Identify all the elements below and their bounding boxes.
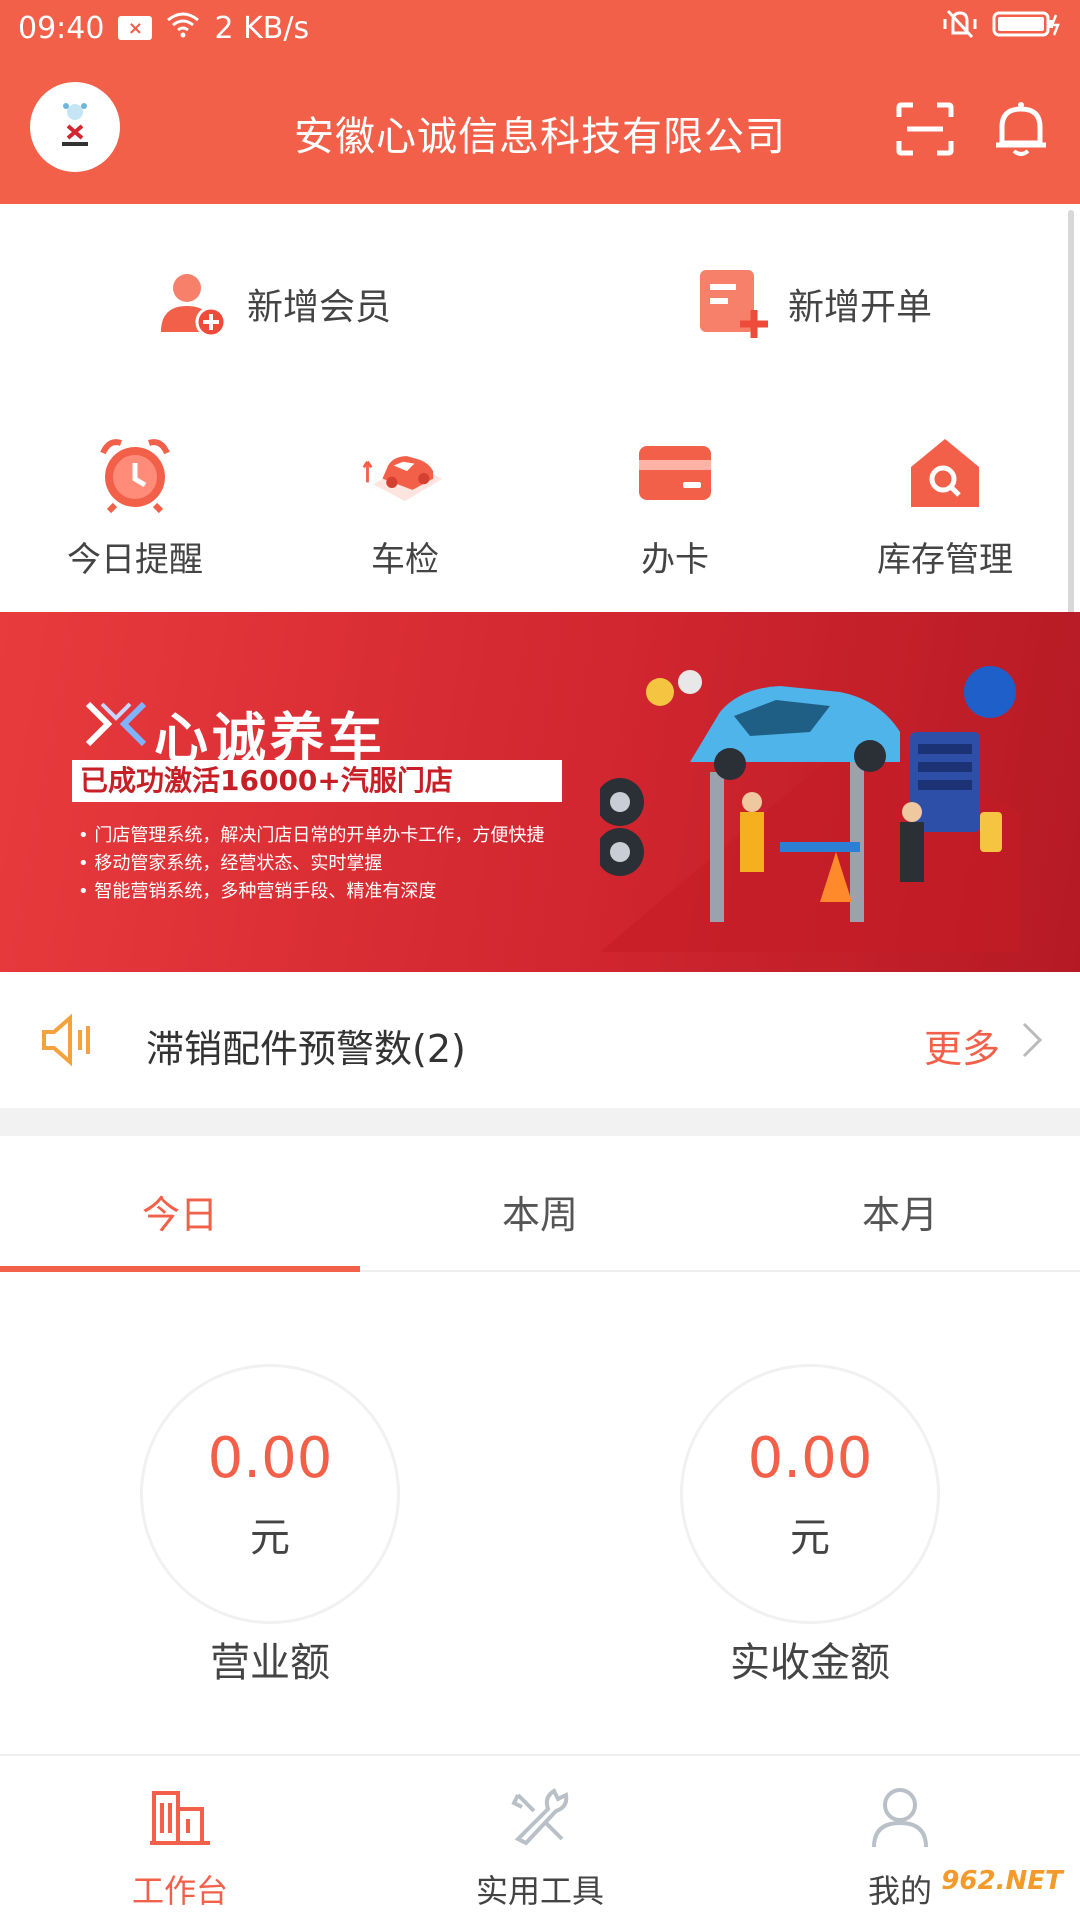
banner-bullets: • 门店管理系统，解决门店日常的开单办卡工作，方便快捷 • 移动管家系统，经营状… — [78, 822, 544, 906]
add-order-label: 新增开单 — [788, 287, 933, 328]
workbench-icon — [145, 1782, 215, 1852]
promo-banner[interactable]: 心诚养车 已成功激活16000+汽服门店 • 门店管理系统，解决门店日常的开单办… — [0, 612, 1080, 972]
bottom-navigation: 工作台 实用工具 我的 — [0, 1754, 1080, 1920]
page-title: 安徽心诚信息科技有限公司 — [294, 114, 786, 160]
scan-button[interactable] — [890, 94, 960, 164]
grid-item-inventory[interactable]: 库存管理 — [810, 404, 1080, 612]
company-avatar[interactable] — [30, 82, 120, 172]
nav-workbench-label: 工作台 — [131, 1872, 228, 1910]
received-stat: 0.00 元 — [680, 1364, 940, 1624]
nav-tools[interactable]: 实用工具 — [360, 1756, 720, 1920]
revenue-label: 营业额 — [210, 1640, 330, 1686]
wifi-icon — [166, 11, 200, 46]
warehouse-icon — [900, 428, 990, 518]
grid-label-inspection: 车检 — [371, 540, 439, 580]
user-icon — [865, 1782, 935, 1852]
grid-item-inspection[interactable]: 车检 — [270, 404, 540, 612]
company-logo-icon — [62, 103, 88, 146]
add-member-icon — [161, 274, 227, 338]
car-inspection-icon — [360, 428, 450, 518]
more-link[interactable]: 更多 — [924, 1018, 1000, 1073]
notification-button[interactable] — [986, 94, 1056, 164]
add-order-button[interactable]: 新增开单 — [696, 254, 932, 354]
banner-bullet: • 智能营销系统，多种营销手段、精准有深度 — [78, 881, 437, 902]
received-value: 0.00 — [747, 1425, 873, 1491]
quick-actions: 新增会员 新增开单 — [0, 204, 1080, 404]
received-label: 实收金额 — [730, 1640, 890, 1686]
banner-bullet: • 移动管家系统，经营状态、实时掌握 — [78, 853, 383, 874]
status-bar: 09:40 × 2 KB/s — [0, 0, 1080, 56]
grid-label-inventory: 库存管理 — [877, 540, 1013, 580]
car-service-illustration — [600, 666, 1020, 952]
tools-icon — [505, 1782, 575, 1852]
slow-parts-warning[interactable]: 滞销配件预警数(2) 更多 — [0, 972, 1080, 1108]
battery-icon — [992, 9, 1062, 47]
chevron-right-icon[interactable] — [1018, 1020, 1046, 1060]
section-divider — [0, 1108, 1080, 1136]
period-tabs: 今日 本周 本月 — [0, 1136, 1080, 1272]
revenue-unit: 元 — [250, 1514, 290, 1561]
received-unit: 元 — [790, 1514, 830, 1561]
speaker-icon — [42, 1013, 90, 1067]
brand-logo-icon — [85, 701, 147, 747]
site-watermark: 962.NET — [932, 1856, 1072, 1906]
banner-bullet: • 门店管理系统，解决门店日常的开单办卡工作，方便快捷 — [78, 825, 545, 846]
banner-headline: 已成功激活16000+汽服门店 — [72, 760, 562, 802]
revenue-stat: 0.00 元 — [140, 1364, 400, 1624]
revenue-value: 0.00 — [207, 1425, 333, 1491]
network-speed: 2 KB/s — [214, 10, 310, 46]
nav-workbench[interactable]: 工作台 — [0, 1756, 360, 1920]
grid-item-card[interactable]: 办卡 — [540, 404, 810, 612]
alarm-clock-icon — [90, 428, 180, 518]
add-member-button[interactable]: 新增会员 — [155, 254, 391, 354]
bell-icon — [996, 102, 1046, 156]
tab-today[interactable]: 今日 — [0, 1136, 360, 1272]
add-order-icon — [700, 270, 768, 338]
tab-this-month[interactable]: 本月 — [720, 1136, 1080, 1270]
scan-icon — [896, 102, 954, 156]
grid-label-reminder: 今日提醒 — [67, 540, 203, 580]
grid-item-reminder[interactable]: 今日提醒 — [0, 404, 270, 612]
warning-text: 滞销配件预警数(2) — [146, 1027, 466, 1071]
grid-label-card: 办卡 — [641, 540, 709, 580]
nav-tools-label: 实用工具 — [475, 1872, 604, 1910]
tab-this-week[interactable]: 本周 — [360, 1136, 720, 1270]
nav-mine-label: 我的 — [867, 1872, 932, 1910]
app-header: 安徽心诚信息科技有限公司 — [0, 56, 1080, 204]
add-member-label: 新增会员 — [247, 287, 392, 328]
vibrate-icon — [942, 9, 978, 47]
card-icon — [630, 428, 720, 518]
function-grid: 今日提醒 车检 办卡 库存管理 — [0, 404, 1080, 612]
notification-badge: × — [118, 16, 153, 40]
status-time: 09:40 — [18, 10, 105, 46]
